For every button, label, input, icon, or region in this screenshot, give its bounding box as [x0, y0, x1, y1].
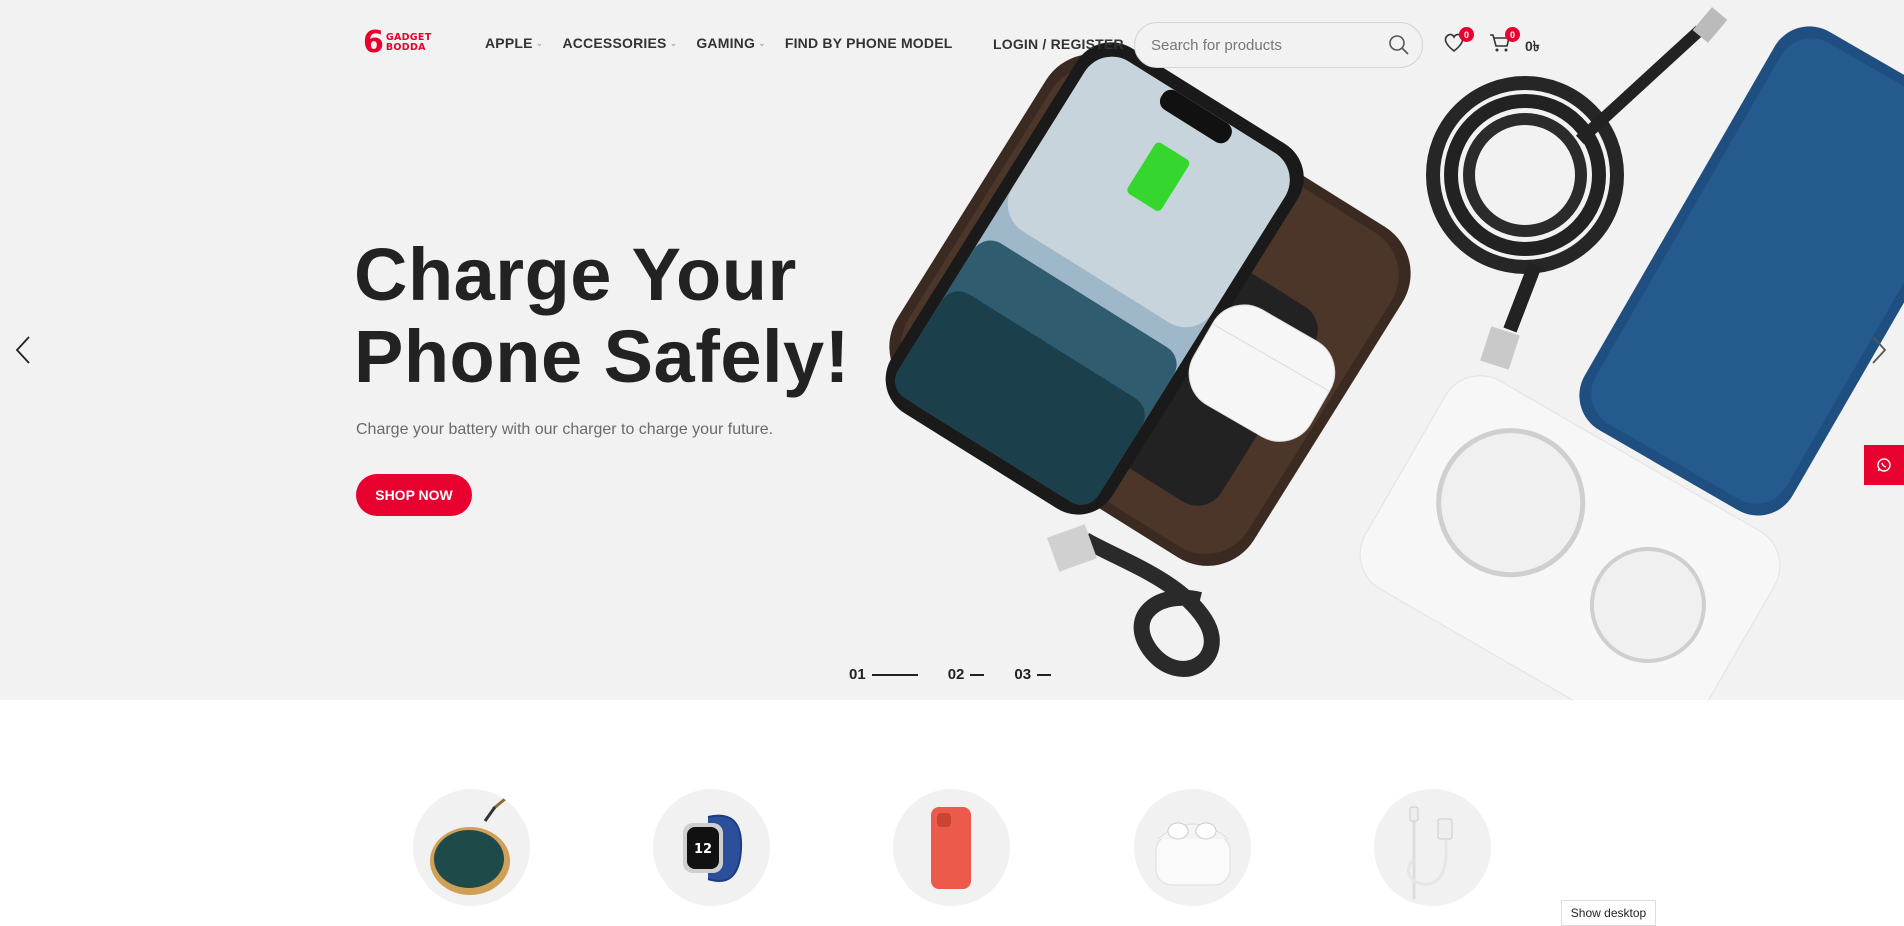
cart-button[interactable]: 0 — [1489, 27, 1520, 58]
category-phone-case[interactable] — [893, 789, 1010, 906]
slide-dot-line — [970, 673, 985, 676]
hero-slider: Charge Your Phone Safely! Charge your ba… — [0, 0, 1904, 700]
slide-dot-line — [1037, 673, 1052, 676]
next-slide-arrow-icon[interactable] — [1870, 335, 1888, 370]
hero-title-line1: Charge Your — [354, 233, 797, 316]
search-icon[interactable] — [1388, 34, 1410, 61]
airpods-icon — [1155, 822, 1231, 886]
category-apple-watch[interactable]: 12 — [653, 789, 770, 906]
search-input[interactable] — [1151, 36, 1381, 54]
chevron-down-icon: ⌄ — [669, 37, 678, 48]
category-wireless-charger[interactable] — [413, 789, 530, 906]
cart-count-badge: 0 — [1505, 27, 1520, 42]
chevron-down-icon: ⌄ — [535, 37, 544, 48]
nav-item-label: GAMING — [696, 35, 756, 51]
whatsapp-chat-button[interactable] — [1864, 445, 1904, 485]
phone-case-icon — [931, 807, 971, 889]
lightning-cable-icon — [1407, 806, 1453, 899]
wireless-charger-icon — [430, 797, 510, 895]
svg-text:12: 12 — [694, 842, 712, 857]
slide-dot-line — [871, 673, 918, 676]
nav-item-accessories[interactable]: ACCESSORIES ⌄ — [562, 35, 677, 51]
slider-pagination: 01 02 03 — [849, 666, 1052, 683]
logo-digit: 6 — [363, 25, 384, 60]
chevron-down-icon: ⌄ — [758, 37, 766, 48]
category-lightning-cable[interactable] — [1374, 789, 1491, 906]
show-desktop-button[interactable]: Show desktop — [1561, 900, 1656, 926]
logo-line2: BODDA — [385, 42, 426, 53]
cart-total[interactable]: 0৳ — [1525, 35, 1540, 59]
main-nav: APPLE ⌄ ACCESSORIES ⌄ GAMING ⌄ FIND BY P… — [485, 35, 953, 51]
login-register-link[interactable]: LOGIN / REGISTER — [993, 36, 1124, 52]
nav-item-apple[interactable]: APPLE ⌄ — [485, 35, 543, 51]
hero-product-image — [885, 7, 1904, 700]
slide-dot-label: 03 — [1014, 666, 1032, 683]
slide-dot-3[interactable]: 03 — [1014, 666, 1052, 683]
category-airpods[interactable] — [1134, 789, 1251, 906]
nav-item-label: FIND BY PHONE MODEL — [784, 35, 953, 51]
apple-watch-icon: 12 — [683, 814, 743, 882]
search-bar — [1134, 22, 1423, 68]
shop-now-button[interactable]: SHOP NOW — [356, 474, 472, 516]
logo-wordmark: GADGET BODDA — [386, 33, 432, 53]
slide-dot-label: 01 — [849, 666, 866, 683]
slide-dot-2[interactable]: 02 — [948, 666, 985, 683]
whatsapp-icon — [1877, 458, 1891, 472]
nav-item-find-by-phone-model[interactable]: FIND BY PHONE MODEL — [785, 35, 953, 51]
nav-item-label: ACCESSORIES — [562, 35, 667, 51]
hero-title: Charge Your Phone Safely! — [354, 234, 850, 398]
nav-item-gaming[interactable]: GAMING ⌄ — [696, 35, 766, 51]
slide-dot-label: 02 — [947, 666, 965, 683]
wishlist-count-badge: 0 — [1459, 27, 1474, 42]
prev-slide-arrow-icon[interactable] — [14, 335, 32, 370]
wishlist-button[interactable]: 0 — [1443, 27, 1474, 58]
nav-item-label: APPLE — [485, 35, 533, 51]
slide-dot-1[interactable]: 01 — [849, 666, 918, 683]
site-header: 6 GADGET BODDA APPLE ⌄ ACCESSORIES ⌄ GAM… — [0, 0, 1904, 90]
site-logo[interactable]: 6 GADGET BODDA — [363, 28, 431, 58]
hero-title-line2: Phone Safely! — [354, 315, 850, 398]
hero-subtitle: Charge your battery with our charger to … — [356, 421, 774, 438]
